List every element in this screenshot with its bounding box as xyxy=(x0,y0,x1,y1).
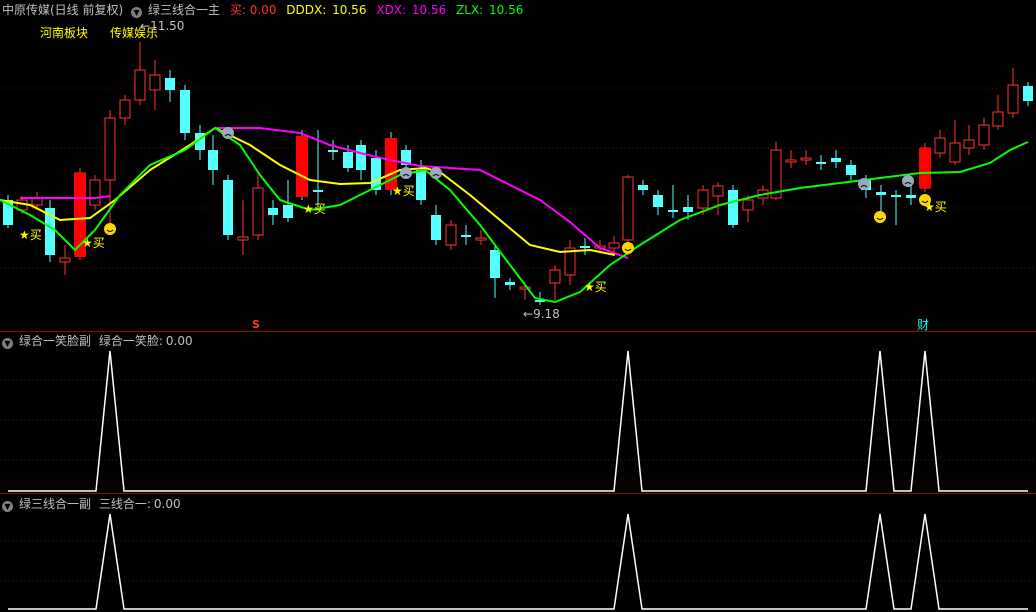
candle-body xyxy=(268,208,278,215)
candle-body xyxy=(949,142,961,163)
candle-body xyxy=(223,180,233,235)
candle-body xyxy=(461,235,471,237)
candle-body xyxy=(343,152,353,168)
candle-body xyxy=(59,257,71,263)
candle-body xyxy=(742,199,754,211)
candle-body xyxy=(963,139,975,149)
candle-body xyxy=(683,207,693,212)
smiley-icon xyxy=(104,223,116,235)
candle-body xyxy=(608,242,620,249)
candle-body xyxy=(149,74,161,91)
candle-body xyxy=(237,236,249,241)
buy-signal: ★买 xyxy=(584,280,607,294)
candle-body xyxy=(978,124,990,146)
candle-body xyxy=(431,215,441,240)
stock-chart-canvas[interactable]: ★买 ★买 ★买 ★买 ★买 ★买 xyxy=(0,0,1036,612)
candle-body xyxy=(876,192,886,195)
candle-body xyxy=(134,69,146,101)
candle-body xyxy=(313,190,323,192)
candle-body xyxy=(490,250,500,278)
candle-body xyxy=(800,157,812,161)
candle-body xyxy=(992,111,1004,127)
frown-icon xyxy=(222,127,234,139)
candle-body xyxy=(505,282,515,285)
candle-body xyxy=(104,117,116,181)
candle-body xyxy=(622,176,634,241)
candle-body xyxy=(653,195,663,207)
candle-body xyxy=(891,195,901,197)
candle-body xyxy=(934,137,946,154)
candle-body xyxy=(638,185,648,190)
candle-body xyxy=(580,246,590,248)
buy-signal: ★买 xyxy=(392,184,415,198)
candle-body xyxy=(728,190,738,225)
candle-body xyxy=(1007,84,1019,114)
zlx-line xyxy=(0,126,1029,304)
candle-body xyxy=(816,162,826,164)
signal-bar xyxy=(296,136,308,197)
buy-signal: ★买 xyxy=(19,228,42,242)
candle-body xyxy=(328,150,338,152)
candle-body xyxy=(180,90,190,133)
candle-body xyxy=(549,269,561,284)
smiley-icon xyxy=(622,242,634,254)
candle-body xyxy=(165,78,175,90)
smiley-icon xyxy=(874,211,886,223)
frown-icon xyxy=(902,175,914,187)
candle-body xyxy=(89,179,101,206)
signal-bar xyxy=(919,148,931,188)
candle-body xyxy=(445,224,457,246)
candle-body xyxy=(1023,86,1033,101)
candle-body xyxy=(668,210,678,212)
frown-icon xyxy=(858,178,870,190)
candle-body xyxy=(846,165,856,175)
candle-body xyxy=(831,158,841,162)
smile-spike-line xyxy=(8,350,1028,492)
frown-icon xyxy=(400,167,412,179)
candle-body xyxy=(906,195,916,198)
buy-signal: ★买 xyxy=(924,200,947,214)
candle-body xyxy=(252,187,264,236)
candle-body xyxy=(356,145,366,170)
buy-signal: ★买 xyxy=(82,236,105,250)
buy-signal: ★买 xyxy=(303,202,326,216)
candle-body xyxy=(31,197,43,206)
frown-icon xyxy=(430,167,442,179)
candle-body xyxy=(785,159,797,163)
candle-body xyxy=(208,150,218,170)
candle-body xyxy=(283,205,293,218)
candle-body xyxy=(416,170,426,200)
candle-body xyxy=(475,237,487,241)
candle-body xyxy=(119,99,131,119)
three-line-spike-line xyxy=(8,513,1028,610)
candle-body xyxy=(712,185,724,197)
candle-body xyxy=(697,189,709,209)
